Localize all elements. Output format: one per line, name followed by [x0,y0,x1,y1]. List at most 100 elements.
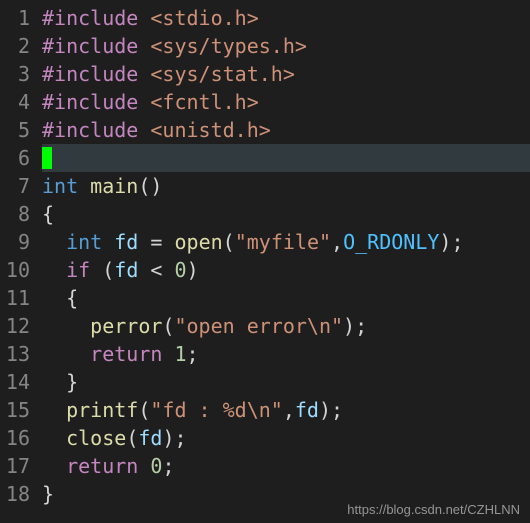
token-punct [42,314,90,338]
token-punct: ); [439,230,463,254]
token-punct: ( [126,426,138,450]
code-line[interactable]: { [42,200,530,228]
token-punct [162,342,174,366]
token-hdr: <unistd.h> [150,118,270,142]
token-punct [138,6,150,30]
line-number: 10 [0,256,30,284]
token-kw-ctrl: return [90,342,162,366]
token-punct [78,174,90,198]
token-fn: main [90,174,138,198]
token-punct [138,230,150,254]
code-line[interactable] [42,144,530,172]
token-hdr: <stdio.h> [150,6,258,30]
token-punct [162,230,174,254]
code-line[interactable]: #include <sys/types.h> [42,32,530,60]
line-number: 12 [0,312,30,340]
token-punct: ); [343,314,367,338]
line-number-gutter: 123456789101112131415161718 [0,0,38,523]
line-number: 18 [0,480,30,508]
code-line[interactable]: perror("open error\n"); [42,312,530,340]
token-kw-preproc: #include [42,6,138,30]
token-hdr: <sys/types.h> [150,34,307,58]
token-punct: ( [162,314,174,338]
token-punct [42,230,66,254]
token-hdr: <sys/stat.h> [150,62,295,86]
token-punct: () [138,174,162,198]
token-punct [42,258,66,282]
token-punct: ); [319,398,343,422]
code-area[interactable]: #include <stdio.h>#include <sys/types.h>… [38,0,530,523]
token-num: 1 [174,342,186,366]
code-line[interactable]: #include <fcntl.h> [42,88,530,116]
token-punct: ( [90,258,114,282]
token-punct: } [42,482,54,506]
token-punct: ; [187,342,199,366]
token-str: "myfile" [235,230,331,254]
token-kw-preproc: #include [42,118,138,142]
token-fn: perror [90,314,162,338]
code-line[interactable]: return 0; [42,452,530,480]
code-editor[interactable]: 123456789101112131415161718 #include <st… [0,0,530,523]
token-var: fd [114,258,138,282]
token-punct [102,230,114,254]
token-num: 0 [175,258,187,282]
code-line[interactable]: #include <stdio.h> [42,4,530,32]
cursor [42,147,52,169]
token-punct [138,118,150,142]
token-punct: ( [138,398,150,422]
token-punct: } [42,370,78,394]
token-punct: { [42,202,54,226]
line-number: 2 [0,32,30,60]
token-num: 0 [150,454,162,478]
code-line[interactable]: #include <unistd.h> [42,116,530,144]
token-kw-type: int [42,174,78,198]
line-number: 9 [0,228,30,256]
token-punct: ; [162,454,174,478]
token-punct: , [331,230,343,254]
line-number: 1 [0,4,30,32]
line-number: 8 [0,200,30,228]
code-line[interactable]: int main() [42,172,530,200]
token-op: < [150,258,162,282]
token-punct [42,398,66,422]
token-kw-type: int [66,230,102,254]
token-var: fd [138,426,162,450]
token-fn: close [66,426,126,450]
token-punct [138,258,150,282]
token-punct [42,342,90,366]
token-hdr: <fcntl.h> [150,90,258,114]
code-line[interactable]: { [42,284,530,312]
line-number: 11 [0,284,30,312]
token-op: = [150,230,162,254]
line-number: 6 [0,144,30,172]
code-line[interactable]: #include <sys/stat.h> [42,60,530,88]
token-punct [138,454,150,478]
token-punct: , [283,398,295,422]
token-str: "fd : %d\n" [150,398,282,422]
watermark: https://blog.csdn.net/CZHLNN [347,502,520,517]
token-str: "open error\n" [174,314,343,338]
token-fn: open [175,230,223,254]
code-line[interactable]: printf("fd : %d\n",fd); [42,396,530,424]
token-fn: printf [66,398,138,422]
code-line[interactable]: if (fd < 0) [42,256,530,284]
line-number: 4 [0,88,30,116]
code-line[interactable]: return 1; [42,340,530,368]
token-punct: ( [223,230,235,254]
token-punct: ); [162,426,186,450]
code-line[interactable]: } [42,368,530,396]
token-kw-preproc: #include [42,90,138,114]
code-line[interactable]: close(fd); [42,424,530,452]
line-number: 17 [0,452,30,480]
token-punct: { [42,286,78,310]
token-const: O_RDONLY [343,230,439,254]
line-number: 5 [0,116,30,144]
token-var: fd [114,230,138,254]
token-punct [138,62,150,86]
token-kw-ctrl: if [66,258,90,282]
token-kw-ctrl: return [66,454,138,478]
token-kw-preproc: #include [42,62,138,86]
token-var: fd [295,398,319,422]
token-kw-preproc: #include [42,34,138,58]
code-line[interactable]: int fd = open("myfile",O_RDONLY); [42,228,530,256]
